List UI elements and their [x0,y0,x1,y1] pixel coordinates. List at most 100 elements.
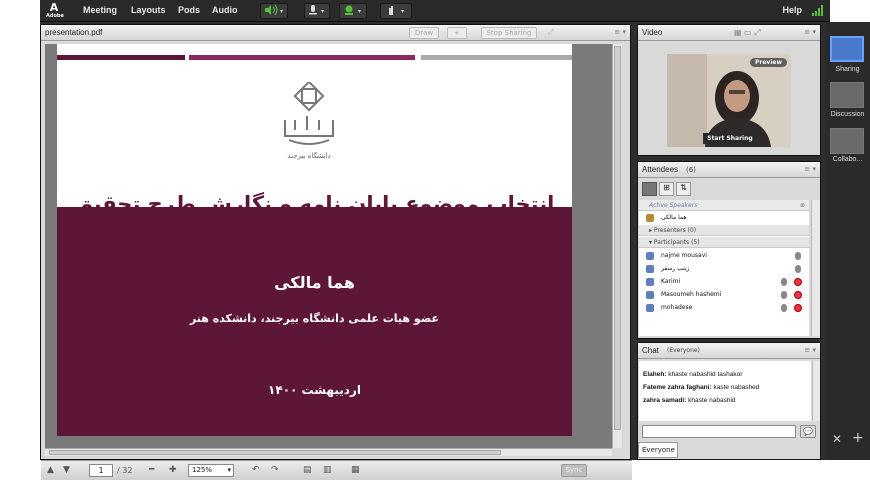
logo-caption-text: دانشگاه بیرجند [287,151,330,160]
slide-bar-maroon [57,55,185,60]
participants-label: Participants (5) [653,239,700,246]
page-number-input[interactable]: 1 [89,464,113,477]
microphone-icon [795,265,801,273]
preview-badge[interactable]: Preview [749,58,787,67]
active-speakers-header: Active Speakers ⊗ [639,200,809,211]
menu-meeting[interactable]: Meeting [83,5,117,15]
share-pod-title: presentation.pdf [45,28,103,37]
grid-view-button[interactable]: ⊞ [659,182,674,196]
chat-tab-everyone[interactable]: Everyone [638,442,678,458]
menu-audio[interactable]: Audio [212,5,238,15]
list-item[interactable]: Karimi [639,276,809,288]
speaker-button[interactable]: ▾ [260,3,288,19]
layout-sharing-label[interactable]: Sharing [825,66,870,73]
university-birjand-logo: دانشگاه بیرجند [284,82,334,160]
menu-pods[interactable]: Pods [178,5,200,15]
chat-message: Elaheh: khaste nabashid tashakor [643,371,742,378]
vertical-scroll-thumb[interactable] [614,46,621,430]
attendees-count: (6) [686,166,696,174]
start-sharing-button[interactable]: Start Sharing [703,133,757,144]
menu-layouts[interactable]: Layouts [131,5,166,15]
participant-icon [646,265,654,273]
list-view-button[interactable] [642,182,657,196]
attendees-pod-menu-icon[interactable]: ≡ ▾ [804,165,816,173]
fit-width-icon: ▤ [303,465,312,475]
layout-sharing-thumbnail[interactable] [830,36,864,62]
participant-name: mohadese [661,304,693,311]
draw-button[interactable]: Draw [409,27,439,39]
participant-webcam-icon [646,278,654,286]
grid-icon: ⊞ [663,183,670,192]
attendees-view-toolbar: ⊞ ⇅ [642,182,692,196]
horizontal-scroll-thumb[interactable] [49,450,501,455]
participant-name: Karimi [661,278,681,285]
chat-sender: zahra samadi: [643,397,687,404]
layout-collaboration-thumbnail[interactable] [830,128,864,154]
next-page-button[interactable]: ▼ [63,465,70,475]
stop-sharing-button[interactable]: Stop Sharing [481,27,537,39]
arrow-down-icon: ▼ [63,465,70,475]
layout-discussion-label[interactable]: Discussion [825,111,870,118]
chat-sender: Elaheh: [643,371,667,378]
chat-scrollbar[interactable] [812,361,820,421]
attendees-list: Active Speakers ⊗ هما مالکی ▸ Presenters… [639,200,809,336]
list-item[interactable]: najme mousavi [639,250,809,262]
video-pod-menu-icon[interactable]: ≡ ▾ [804,28,816,36]
microphone-button[interactable]: ▾ [304,3,330,19]
share-pod: presentation.pdf Draw ⌖ Stop Sharing ⤢ ≡… [40,24,632,480]
chat-pod-menu-icon[interactable]: ≡ ▾ [804,346,816,354]
fullscreen-button[interactable]: ⤢ [544,27,558,39]
chat-text: khaste nabashid tashakor [668,371,743,378]
sort-button[interactable]: ⇅ [676,182,691,196]
share-pod-menu-icon[interactable]: ≡ ▾ [614,28,626,36]
chat-text: kaste nabashed [713,384,760,391]
presenter-name: هما مالکی [274,273,355,292]
arrow-up-icon: ▲ [47,465,54,475]
layout-discussion-thumbnail[interactable] [830,82,864,108]
attendees-scrollbar[interactable] [811,200,820,336]
list-item[interactable]: زینب رسفر [639,263,809,275]
add-layout-icon[interactable]: + [852,430,864,446]
thumbnails-button[interactable]: ▦ [351,465,360,475]
close-icon[interactable]: ⊗ [800,200,805,211]
zoom-select[interactable]: 125% ▾ [188,464,234,477]
horizontal-scrollbar[interactable] [45,448,612,456]
attendees-pod-header: Attendees (6) ≡ ▾ [638,162,820,178]
fullscreen-icon: ⤢ [548,28,554,36]
zoom-in-button[interactable]: ✚ [169,465,177,475]
zoom-out-button[interactable]: ━ [149,465,154,475]
fit-width-button[interactable]: ▤ [303,465,312,475]
tools-icon[interactable]: ✕ [832,432,842,446]
rotate-left-button[interactable]: ↶ [252,465,260,475]
status-away-icon [794,278,802,286]
rotate-right-button[interactable]: ↷ [271,465,279,475]
svg-text:▾: ▾ [321,8,324,15]
chat-message: zahra samadi: khaste nabashid [643,397,736,404]
webcam-video-feed: Preview Start Sharing [667,54,791,147]
raise-hand-button[interactable]: ▾ [380,3,412,19]
participant-name: زینب رسفر [661,265,690,272]
chat-pod-header: Chat (Everyone) ≡ ▾ [638,343,820,359]
list-item[interactable]: Masoumeh hashemi [639,289,809,301]
list-item[interactable]: mohadese [639,302,809,314]
menu-help[interactable]: Help [782,5,802,15]
svg-text:▾: ▾ [358,8,361,15]
participant-name: najme mousavi [661,252,707,259]
layout-collaboration-label[interactable]: Collabo... [825,156,870,163]
share-pod-header: presentation.pdf Draw ⌖ Stop Sharing ⤢ ≡… [41,25,630,41]
presenters-section[interactable]: ▸ Presenters (0) [639,225,809,236]
chat-send-button[interactable]: 💬 [800,425,816,438]
sync-button[interactable]: Sync [561,464,587,477]
vertical-scrollbar[interactable] [612,44,622,448]
webcam-button[interactable]: ▾ [339,3,367,19]
chat-input[interactable] [642,425,796,438]
participants-section[interactable]: ▾ Participants (5) [639,237,809,248]
pointer-button[interactable]: ⌖ [447,27,467,39]
video-layout-icons[interactable]: ▦ ▭ ⤢ [734,28,761,38]
pointer-icon: ⌖ [455,29,459,37]
fit-page-button[interactable]: ▥ [323,465,332,475]
chat-sender: Fateme zahra faghani: [643,384,712,391]
status-away-icon [794,304,802,312]
webcam-icon: ▾ [345,5,361,15]
first-page-button[interactable]: ▲ [47,465,54,475]
